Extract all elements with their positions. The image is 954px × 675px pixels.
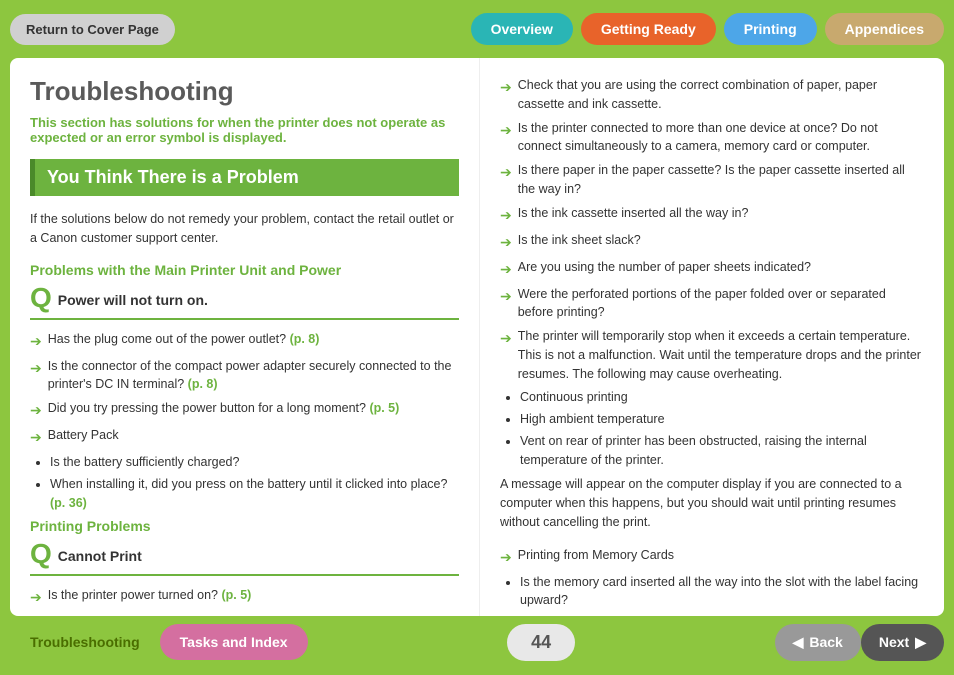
q-row-cannot-print: Q Cannot Print — [30, 544, 459, 568]
return-button[interactable]: Return to Cover Page — [10, 14, 175, 45]
bottom-bar: Troubleshooting Tasks and Index 44 ◀ Bac… — [0, 616, 954, 668]
next-arrow-icon: ▶ — [915, 634, 926, 651]
ref-link: (p. 36) — [50, 496, 87, 510]
q-letter: Q — [30, 540, 52, 568]
page-title: Troubleshooting — [30, 76, 459, 107]
q-divider — [30, 574, 459, 576]
back-label: Back — [809, 634, 842, 650]
ref-link: (p. 8) — [188, 377, 218, 391]
back-arrow-icon: ◀ — [793, 634, 804, 651]
list-item: ➔ Is the ink cassette inserted all the w… — [500, 204, 924, 226]
list-item: High ambient temperature — [520, 410, 924, 429]
list-item: Is the memory card inserted all the way … — [520, 573, 924, 611]
arrow-icon: ➔ — [30, 331, 42, 352]
list-item: ➔ Is the connector of the compact power … — [30, 357, 459, 395]
list-item: ➔ Is there paper in the paper cassette? … — [500, 161, 924, 199]
ref-link: (p. 5) — [369, 401, 399, 415]
q-divider — [30, 318, 459, 320]
arrow-icon: ➔ — [30, 587, 42, 608]
arrow-icon: ➔ — [500, 259, 512, 280]
q-text-power: Power will not turn on. — [58, 288, 208, 308]
list-item: Is the battery sufficiently charged? — [50, 453, 459, 472]
ref-link: (p. 5) — [221, 588, 251, 602]
back-button[interactable]: ◀ Back — [775, 624, 861, 661]
section-subtitle: This section has solutions for when the … — [30, 115, 459, 145]
bottom-tab-tasks-index[interactable]: Tasks and Index — [160, 624, 308, 660]
main-content: Troubleshooting This section has solutio… — [10, 58, 944, 616]
q-text-cannot-print: Cannot Print — [58, 544, 142, 564]
arrow-icon: ➔ — [30, 427, 42, 448]
right-column: ➔ Check that you are using the correct c… — [480, 58, 944, 616]
arrow-icon: ➔ — [500, 205, 512, 226]
subheading-printing: Printing Problems — [30, 518, 459, 534]
bullet-list: Is the memory card inserted all the way … — [520, 573, 924, 617]
bullet-list: Continuous printing High ambient tempera… — [520, 388, 924, 469]
list-item: ➔ Are you using the number of paper shee… — [500, 258, 924, 280]
list-item: ➔ Is the printer connected to more than … — [500, 119, 924, 157]
q-row-power: Q Power will not turn on. — [30, 288, 459, 312]
arrow-icon: ➔ — [500, 232, 512, 253]
arrow-icon: ➔ — [500, 286, 512, 323]
list-item: ➔ Battery Pack — [30, 426, 459, 448]
page-number: 44 — [507, 624, 575, 661]
q-letter: Q — [30, 284, 52, 312]
list-item: ➔ Is the ink sheet slack? — [500, 231, 924, 253]
tab-appendices[interactable]: Appendices — [825, 13, 944, 45]
arrow-icon: ➔ — [500, 120, 512, 157]
bottom-tab-troubleshooting[interactable]: Troubleshooting — [10, 624, 160, 660]
arrow-icon: ➔ — [30, 358, 42, 395]
section-box-title: You Think There is a Problem — [47, 167, 299, 187]
arrow-icon: ➔ — [500, 547, 512, 568]
arrow-icon: ➔ — [500, 328, 512, 383]
list-item: ➔ Were the perforated portions of the pa… — [500, 285, 924, 323]
next-label: Next — [879, 634, 909, 650]
list-item: Vent on rear of printer has been obstruc… — [520, 432, 924, 470]
top-nav: Return to Cover Page Overview Getting Re… — [0, 0, 954, 58]
section-box: You Think There is a Problem — [30, 159, 459, 196]
arrow-icon: ➔ — [500, 162, 512, 199]
bullet-list: Is the battery sufficiently charged? Whe… — [50, 453, 459, 512]
tab-overview[interactable]: Overview — [471, 13, 573, 45]
intro-text: If the solutions below do not remedy you… — [30, 210, 459, 248]
list-item: ➔ Has the plug come out of the power out… — [30, 330, 459, 352]
list-item: ➔ The printer will temporarily stop when… — [500, 327, 924, 383]
ref-link: (p. 8) — [290, 332, 320, 346]
tab-getting-ready[interactable]: Getting Ready — [581, 13, 716, 45]
next-button[interactable]: Next ▶ — [861, 624, 944, 661]
arrow-icon: ➔ — [30, 400, 42, 421]
list-item: ➔ Did you try pressing the power button … — [30, 399, 459, 421]
list-item: ➔ Is the printer power turned on? (p. 5) — [30, 586, 459, 608]
left-column: Troubleshooting This section has solutio… — [10, 58, 480, 616]
list-item: Continuous printing — [520, 388, 924, 407]
arrow-icon: ➔ — [30, 614, 42, 616]
list-item: When installing it, did you press on the… — [50, 475, 459, 513]
subheading-main-printer: Problems with the Main Printer Unit and … — [30, 262, 459, 278]
list-item: ➔ Check that you are using the correct c… — [500, 76, 924, 114]
overheating-note: A message will appear on the computer di… — [500, 475, 924, 531]
arrow-icon: ➔ — [500, 77, 512, 114]
list-item: ➔ Printing from Memory Cards — [500, 546, 924, 568]
tab-printing[interactable]: Printing — [724, 13, 817, 45]
list-item: Do the images conform to the Design rule… — [520, 613, 924, 616]
list-item: ➔ Is the ink cassette empty?Replace the … — [30, 613, 459, 616]
